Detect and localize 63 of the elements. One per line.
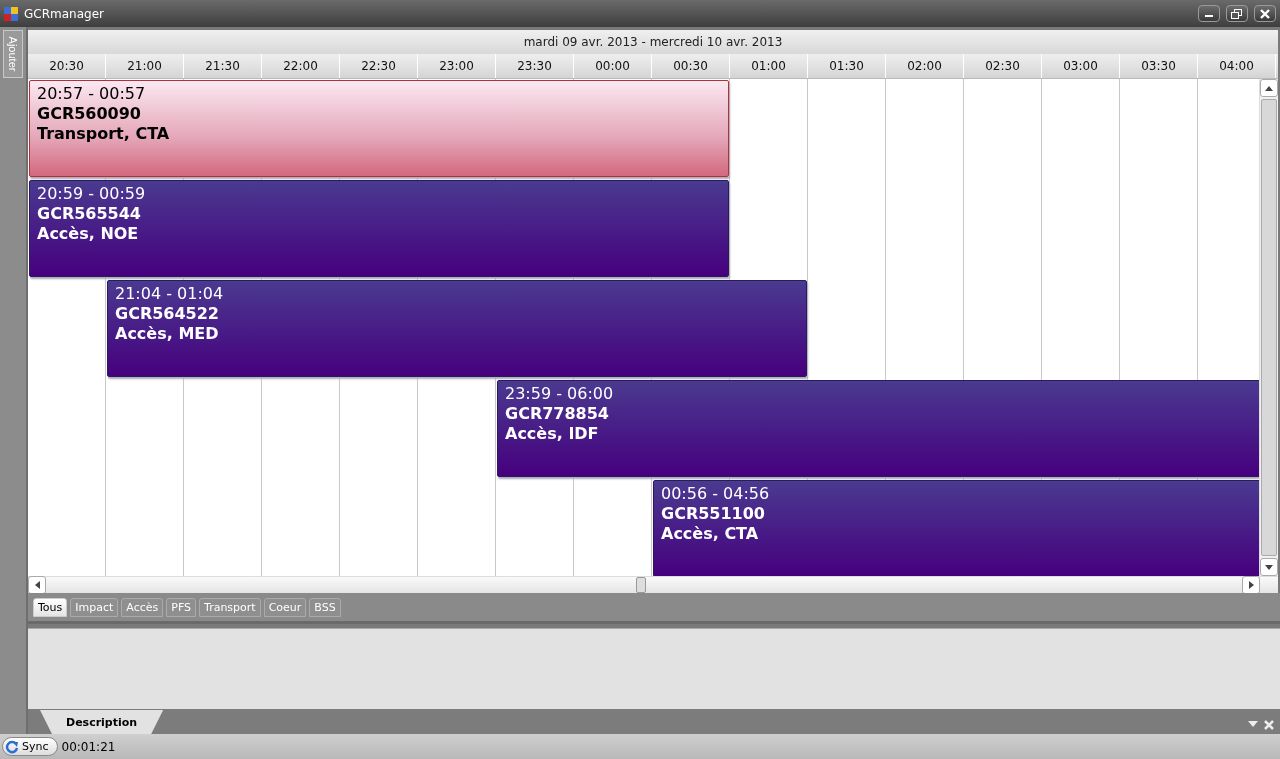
scroll-left-button[interactable] (28, 576, 46, 594)
close-button[interactable] (1254, 5, 1276, 22)
horizontal-scrollbar[interactable] (28, 576, 1278, 593)
event-time: 23:59 - 06:00 (505, 384, 615, 404)
event-time: 20:59 - 00:59 (37, 184, 147, 204)
scrollbar-thumb[interactable] (636, 577, 646, 593)
time-header-cell: 03:30 (1120, 54, 1198, 78)
description-tab[interactable]: Description (40, 710, 164, 734)
time-header-cell: 20:30 (28, 54, 106, 78)
scroll-down-button[interactable] (1260, 558, 1278, 576)
time-header-cell: 21:30 (184, 54, 262, 78)
window-title: GCRmanager (24, 6, 105, 21)
event-category: Accès, CTA (661, 524, 760, 544)
event-time: 00:56 - 04:56 (661, 484, 771, 504)
time-header-cell: 23:30 (496, 54, 574, 78)
filter-tab[interactable]: Tous (33, 598, 68, 618)
elapsed-time: 00:01:21 (61, 739, 116, 754)
time-header-cell: 23:00 (418, 54, 496, 78)
right-arrow-icon (1248, 581, 1254, 589)
time-header-cell: 02:30 (964, 54, 1042, 78)
event-id: GCR778854 (505, 404, 610, 424)
dropdown-icon[interactable] (1248, 720, 1258, 728)
sync-button[interactable]: Sync (2, 737, 58, 756)
time-header-cell: 02:00 (886, 54, 964, 78)
time-header-cell: 03:00 (1042, 54, 1120, 78)
event-category: Accès, IDF (505, 424, 600, 444)
event-id: GCR551100 (661, 504, 766, 524)
event-category: Accès, MED (115, 324, 220, 344)
event-block[interactable]: 20:57 - 00:57 GCR560090 Transport, CTA (29, 80, 729, 177)
close-icon (1260, 8, 1270, 19)
close-icon[interactable] (1264, 720, 1274, 730)
event-id: GCR560090 (37, 104, 142, 124)
time-header-cell: 22:30 (340, 54, 418, 78)
time-header-cell: 01:00 (730, 54, 808, 78)
time-header-cell: 00:00 (574, 54, 652, 78)
time-header-cell: 04:00 (1198, 54, 1276, 78)
vertical-scrollbar[interactable] (1259, 79, 1278, 576)
scrollbar-thumb[interactable] (1261, 99, 1277, 556)
down-arrow-icon (1265, 564, 1273, 570)
time-header-cell: 21:00 (106, 54, 184, 78)
event-block[interactable]: 20:59 - 00:59 GCR565544 Accès, NOE (29, 180, 729, 277)
event-block[interactable]: 00:56 - 04:56 GCR551100 Accès, CTA (653, 480, 1259, 576)
date-range-header: mardi 09 avr. 2013 - mercredi 10 avr. 2013 (28, 30, 1278, 54)
app-icon (4, 6, 18, 21)
restore-icon (1231, 8, 1243, 19)
restore-button[interactable] (1226, 5, 1248, 22)
event-category: Transport, CTA (37, 124, 171, 144)
up-arrow-icon (1265, 85, 1273, 91)
time-header-cell: 22:00 (262, 54, 340, 78)
event-id: GCR565544 (37, 204, 142, 224)
time-header-cell: 01:30 (808, 54, 886, 78)
scroll-right-button[interactable] (1242, 576, 1260, 594)
event-time: 21:04 - 01:04 (115, 284, 225, 304)
refresh-icon (5, 739, 19, 754)
time-header-cell: 00:30 (652, 54, 730, 78)
event-id: GCR564522 (115, 304, 220, 324)
event-block[interactable]: 23:59 - 06:00 GCR778854 Accès, IDF (497, 380, 1259, 477)
left-arrow-icon (34, 581, 40, 589)
scroll-up-button[interactable] (1260, 79, 1278, 97)
event-time: 20:57 - 00:57 (37, 84, 147, 104)
minimize-button[interactable] (1198, 5, 1220, 22)
event-category: Accès, NOE (37, 224, 140, 244)
event-block[interactable]: 21:04 - 01:04 GCR564522 Accès, MED (107, 280, 807, 377)
